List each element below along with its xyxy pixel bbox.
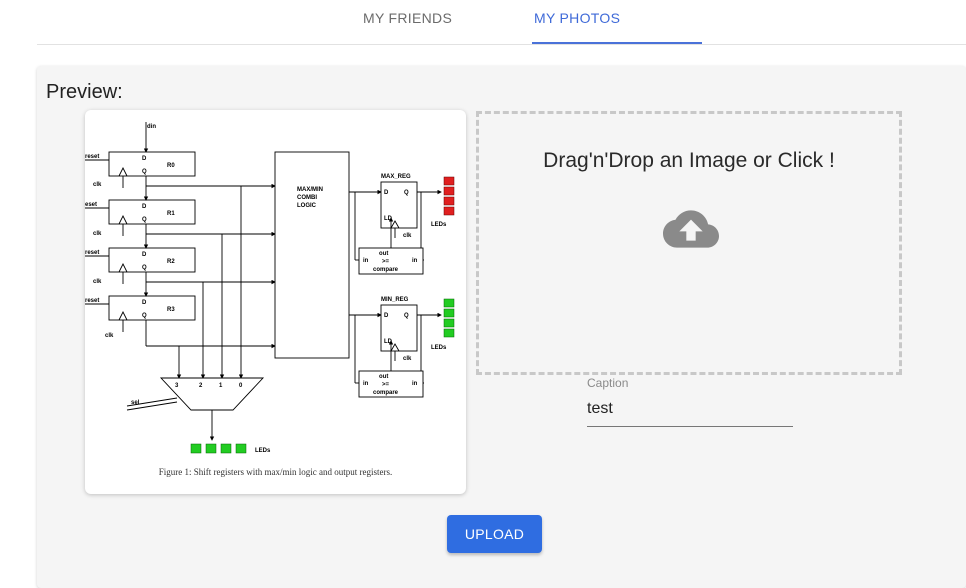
svg-text:LOGIC: LOGIC [297, 203, 317, 209]
tab-bar: MY FRIENDS MY PHOTOS [37, 0, 966, 45]
svg-text:din: din [147, 124, 156, 130]
svg-text:clk: clk [93, 231, 102, 237]
svg-text:clk: clk [403, 233, 412, 239]
svg-text:reset: reset [85, 154, 99, 160]
svg-text:in: in [363, 258, 369, 264]
svg-text:in: in [412, 381, 418, 387]
svg-text:out: out [379, 374, 388, 380]
svg-text:reset: reset [85, 250, 99, 256]
svg-text:R3: R3 [167, 307, 175, 313]
upload-card: Preview: din reset eset reset reset D D … [37, 66, 966, 588]
svg-text:Q: Q [142, 265, 147, 271]
caption-input[interactable]: test [587, 400, 613, 418]
svg-text:MIN_REG: MIN_REG [381, 297, 409, 303]
svg-text:MAX_REG: MAX_REG [381, 174, 411, 180]
svg-text:R1: R1 [167, 211, 175, 217]
svg-text:clk: clk [105, 333, 114, 339]
svg-text:clk: clk [403, 356, 412, 362]
svg-text:D: D [384, 190, 389, 196]
svg-text:Q: Q [404, 313, 409, 319]
svg-text:R0: R0 [167, 163, 175, 169]
svg-text:LEDs: LEDs [431, 345, 447, 351]
cloud-upload-icon [663, 210, 719, 248]
caption-label: Caption [587, 376, 629, 390]
tab-my-photos[interactable]: MY PHOTOS [534, 10, 620, 26]
svg-text:LEDs: LEDs [431, 222, 447, 228]
caption-underline [587, 426, 793, 427]
preview-image: din reset eset reset reset D D D D Q Q Q… [85, 110, 466, 494]
svg-text:Q: Q [142, 313, 147, 319]
svg-text:eset: eset [85, 202, 97, 208]
svg-text:D: D [384, 313, 389, 319]
svg-text:R2: R2 [167, 259, 175, 265]
svg-text:D: D [142, 300, 147, 306]
svg-text:out: out [379, 251, 388, 257]
svg-text:compare: compare [373, 267, 399, 273]
svg-text:Q: Q [142, 217, 147, 223]
svg-text:MAX/MIN: MAX/MIN [297, 187, 323, 193]
image-dropzone[interactable]: Drag'n'Drop an Image or Click ! [476, 111, 902, 375]
dropzone-text: Drag'n'Drop an Image or Click ! [543, 149, 835, 172]
svg-text:>=: >= [382, 382, 390, 388]
active-tab-indicator [532, 42, 702, 44]
svg-text:in: in [412, 258, 418, 264]
svg-text:COMBI: COMBI [297, 195, 317, 201]
upload-button[interactable]: UPLOAD [447, 515, 542, 553]
figure-caption: Figure 1: Shift registers with max/min l… [158, 467, 393, 477]
svg-text:sel: sel [131, 400, 140, 406]
svg-text:compare: compare [373, 390, 399, 396]
svg-text:clk: clk [93, 279, 102, 285]
caption-field[interactable]: Caption test [587, 376, 793, 428]
svg-text:D: D [142, 252, 147, 258]
circuit-diagram: din reset eset reset reset D D D D Q Q Q… [85, 122, 455, 454]
svg-text:LD: LD [384, 216, 393, 222]
svg-text:LD: LD [384, 339, 393, 345]
tab-my-friends[interactable]: MY FRIENDS [363, 10, 452, 26]
svg-text:D: D [142, 156, 147, 162]
preview-label: Preview: [46, 81, 123, 103]
svg-text:in: in [363, 381, 369, 387]
svg-text:>=: >= [382, 259, 390, 265]
svg-text:reset: reset [85, 298, 99, 304]
svg-text:LEDs: LEDs [255, 448, 271, 454]
svg-text:Q: Q [142, 169, 147, 175]
svg-text:D: D [142, 204, 147, 210]
svg-text:clk: clk [93, 182, 102, 188]
svg-text:Q: Q [404, 190, 409, 196]
